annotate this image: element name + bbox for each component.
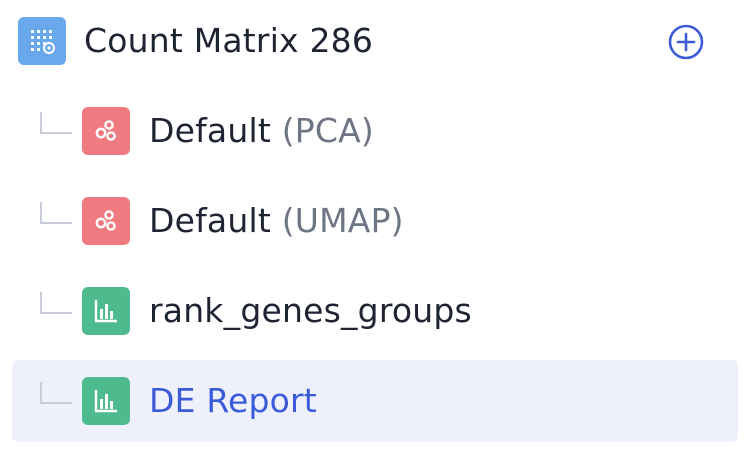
tree-item-label: DE Report [149, 360, 317, 442]
tree-item-label: Default (PCA) [149, 90, 374, 172]
item-name: rank_genes_groups [149, 291, 472, 330]
tree-item-de-report[interactable]: DE Report [12, 360, 738, 442]
tree-item-label: rank_genes_groups [149, 270, 472, 352]
item-name: Default [149, 111, 271, 150]
tree-view: Count Matrix 286 Default (PCA) Default (… [0, 0, 748, 460]
tree-connector [40, 202, 72, 224]
item-suffix: (PCA) [281, 111, 374, 150]
tree-item-rank-genes-groups[interactable]: rank_genes_groups [12, 270, 738, 352]
tree-item-default-pca[interactable]: Default (PCA) [12, 90, 738, 172]
tree-root-label: Count Matrix 286 [84, 21, 374, 60]
embedding-icon [82, 107, 130, 155]
bar-chart-icon [82, 377, 130, 425]
tree-item-label: Default (UMAP) [149, 180, 404, 262]
tree-item-default-umap[interactable]: Default (UMAP) [12, 180, 738, 262]
item-suffix: (UMAP) [281, 201, 404, 240]
item-name: Default [149, 201, 271, 240]
plus-circle-icon [668, 24, 704, 60]
bar-chart-icon [82, 287, 130, 335]
tree-connector [40, 112, 72, 134]
embedding-icon [82, 197, 130, 245]
matrix-icon [18, 17, 66, 65]
add-child-button[interactable] [666, 22, 706, 62]
tree-connector [40, 292, 72, 314]
tree-root-count-matrix[interactable]: Count Matrix 286 [12, 0, 738, 82]
tree-connector [40, 382, 72, 404]
item-name: DE Report [149, 381, 317, 420]
